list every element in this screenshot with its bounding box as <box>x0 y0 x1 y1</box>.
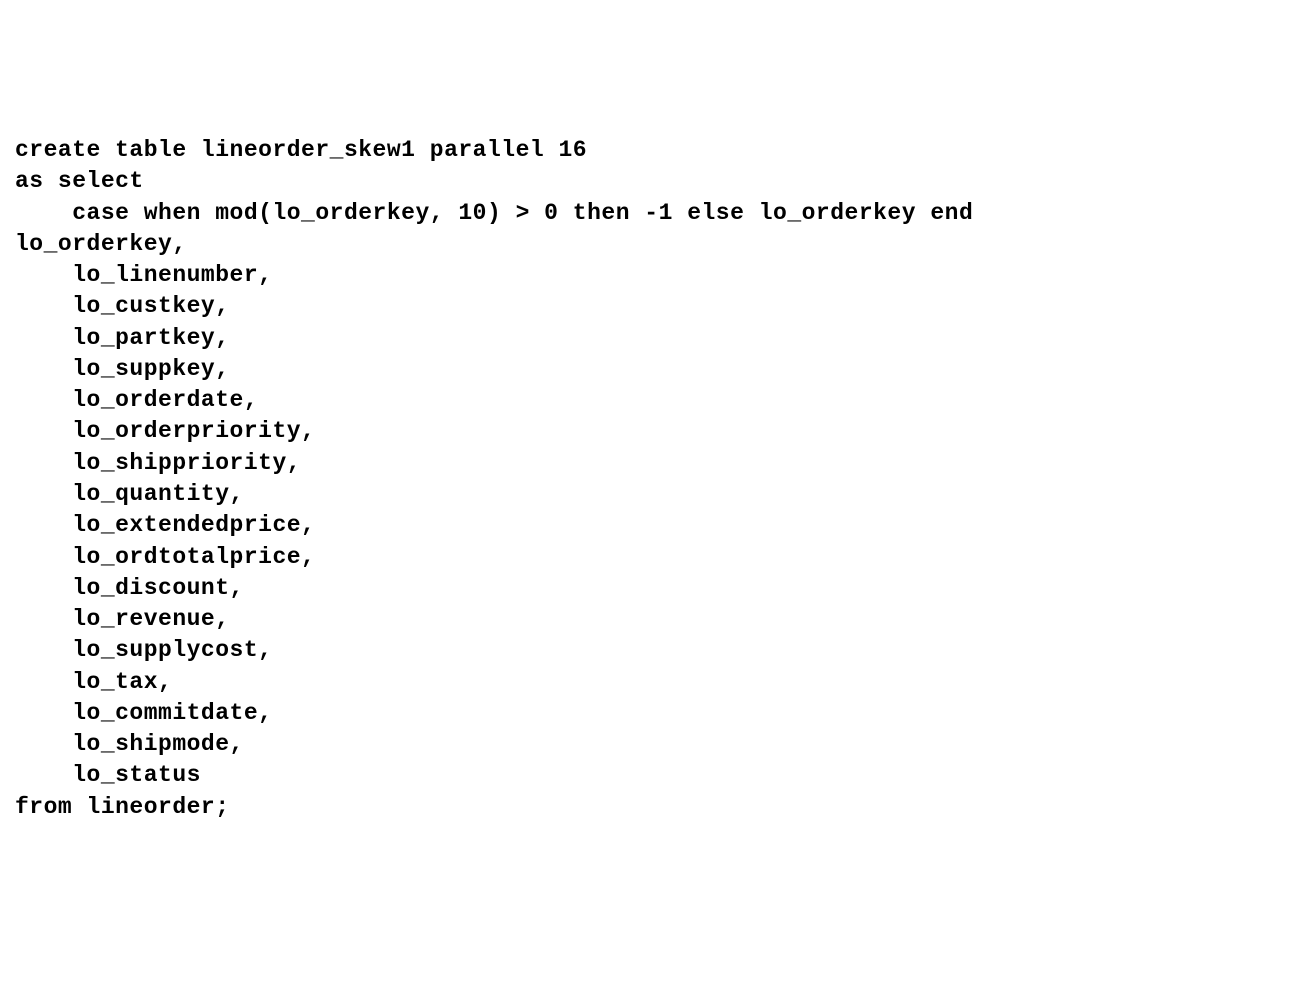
code-line: lo_discount, <box>15 575 244 601</box>
sql-code-block: create table lineorder_skew1 parallel 16… <box>15 135 1289 823</box>
code-line: create table lineorder_skew1 parallel 16 <box>15 137 587 163</box>
code-line: lo_orderpriority, <box>15 418 315 444</box>
code-line: lo_ordtotalprice, <box>15 544 315 570</box>
code-line: lo_linenumber, <box>15 262 272 288</box>
code-line: lo_commitdate, <box>15 700 272 726</box>
code-line: lo_tax, <box>15 669 172 695</box>
code-line: lo_suppkey, <box>15 356 230 382</box>
code-line: lo_custkey, <box>15 293 230 319</box>
code-line: lo_orderkey, <box>15 231 187 257</box>
code-line: lo_extendedprice, <box>15 512 315 538</box>
code-line: lo_orderdate, <box>15 387 258 413</box>
code-line: lo_quantity, <box>15 481 244 507</box>
code-line: lo_revenue, <box>15 606 230 632</box>
code-line: lo_shipmode, <box>15 731 244 757</box>
code-line: lo_partkey, <box>15 325 230 351</box>
code-line: as select <box>15 168 144 194</box>
code-line: case when mod(lo_orderkey, 10) > 0 then … <box>15 200 973 226</box>
code-line: lo_supplycost, <box>15 637 272 663</box>
code-line: from lineorder; <box>15 794 230 820</box>
code-line: lo_status <box>15 762 201 788</box>
code-line: lo_shippriority, <box>15 450 301 476</box>
